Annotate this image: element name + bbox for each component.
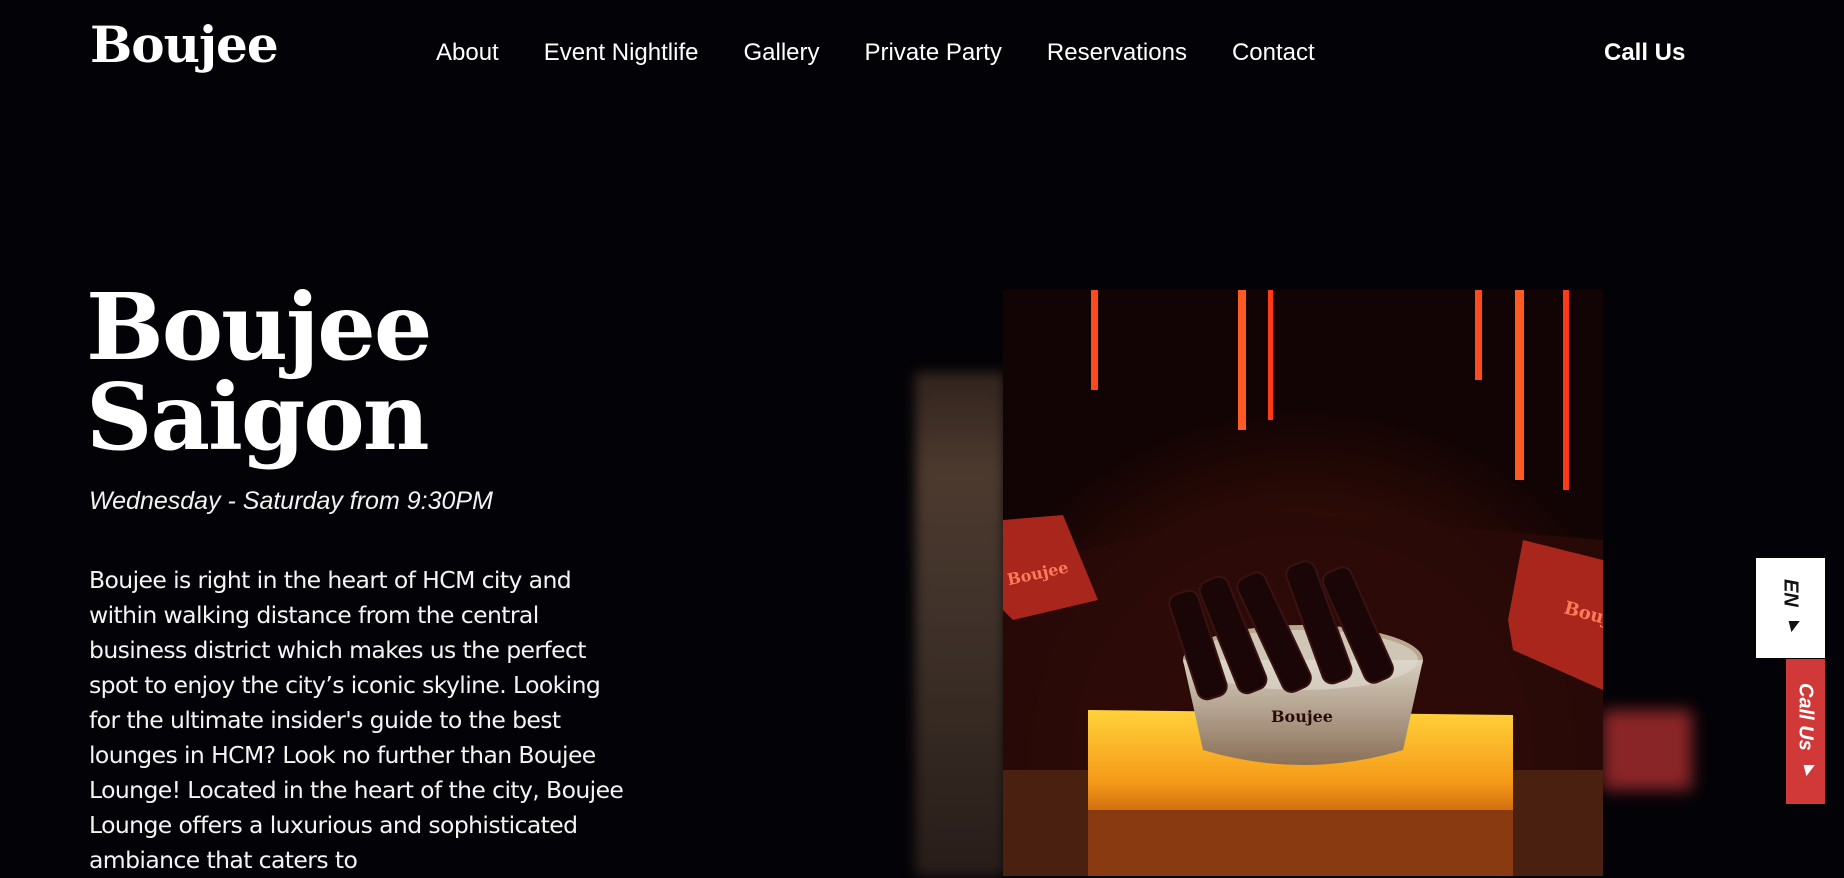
hero-description: Boujee is right in the heart of HCM city…	[89, 566, 624, 874]
opening-hours: Wednesday - Saturday from 9:30PM	[89, 487, 493, 515]
nav-contact[interactable]: Contact	[1232, 39, 1315, 67]
call-us-link[interactable]: Call Us	[1604, 39, 1685, 67]
bucket-label: Boujee	[1271, 707, 1333, 726]
nav-gallery[interactable]: Gallery	[743, 39, 819, 67]
language-label: EN ▾	[1779, 579, 1802, 637]
hero-photo: Boujee Bouj Boujee	[1003, 290, 1603, 876]
hero-title-line2: Saigon	[86, 363, 430, 471]
nav-reservations[interactable]: Reservations	[1047, 39, 1187, 67]
logo[interactable]: Boujee	[90, 20, 279, 70]
hero-title: Boujee Saigon	[86, 281, 432, 463]
main-nav: About Event Nightlife Gallery Private Pa…	[436, 39, 1360, 67]
call-us-side-button[interactable]: Call Us ▾	[1786, 659, 1825, 804]
language-switcher[interactable]: EN ▾	[1756, 558, 1825, 658]
blurred-side-image	[915, 372, 1005, 876]
blurred-side-accent	[1602, 710, 1692, 790]
nav-about[interactable]: About	[436, 39, 499, 67]
lounge-photo-illustration: Boujee Bouj Boujee	[1003, 290, 1603, 876]
nav-private-party[interactable]: Private Party	[865, 39, 1002, 67]
call-us-side-label: Call Us ▾	[1794, 682, 1817, 781]
nav-event-nightlife[interactable]: Event Nightlife	[544, 39, 699, 67]
